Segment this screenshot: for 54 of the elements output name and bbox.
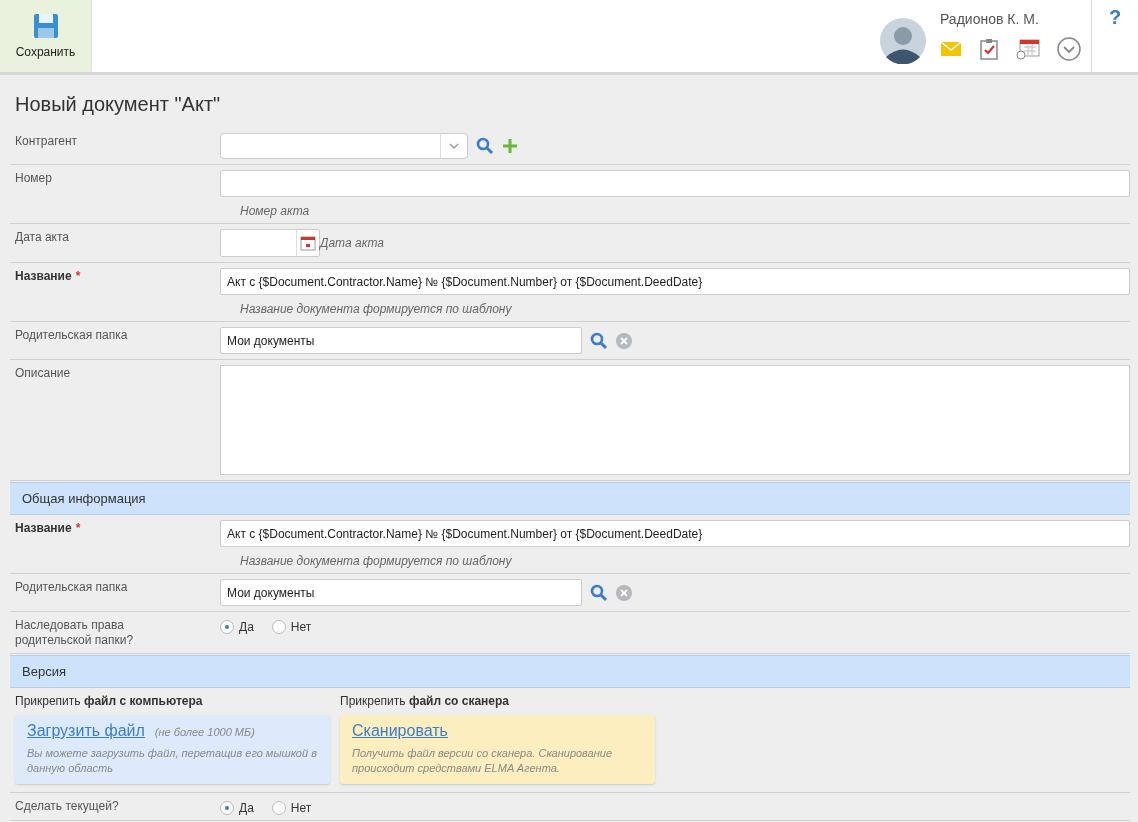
plus-icon[interactable] [502, 138, 518, 154]
search-icon[interactable] [476, 137, 494, 155]
avatar-silhouette[interactable] [880, 18, 926, 64]
user-name[interactable]: Радионов К. М. [940, 11, 1081, 27]
text-field[interactable]: Акт с {$Document.Contractor.Name} № {$Document.Number} от {$Document.DeedDate} [220, 268, 1130, 295]
field-hint: Номер акта [239, 203, 311, 218]
radio-option[interactable]: Да [220, 801, 254, 815]
field-hint: Название документа формируется по шаблону [239, 301, 513, 316]
field-label: Родительская папка [15, 328, 129, 343]
section-header: Версия [10, 655, 1130, 688]
drop-area[interactable]: Загрузить файл (не более 1000 МБ) Вы можете загрузить файл, перетащив его мышкой в данную область [15, 715, 330, 784]
calendar-icon[interactable] [300, 235, 316, 251]
drop-area[interactable]: Сканировать Получить файл версии со сканера. Сканирование происходит средствами ELMA Агента. [340, 715, 655, 784]
field-label: Родительская папка [15, 580, 129, 595]
calendar-clock-icon[interactable] [1016, 38, 1040, 60]
radio-option[interactable]: Нет [271, 801, 312, 815]
field-hint: Дата акта [320, 236, 384, 250]
clear-icon[interactable] [616, 584, 632, 601]
clear-icon[interactable] [616, 332, 632, 349]
required-mark: * [75, 269, 81, 283]
field-hint: Название документа формируется по шаблону [239, 553, 513, 568]
attach-heading: Прикрепить файл с компьютера [15, 694, 204, 708]
field-label: Наследовать права родительской папки? [15, 618, 135, 648]
field-label: Сделать текущей? [15, 799, 120, 814]
clipboard-check-icon[interactable] [979, 38, 999, 60]
field-label: Номер [15, 171, 53, 186]
field-label: Контрагент [15, 134, 79, 149]
dropdown-field[interactable] [220, 133, 468, 159]
folder-field[interactable]: Мои документы [220, 327, 582, 354]
help-link[interactable]: ? [1108, 6, 1122, 30]
field-label: Описание [15, 366, 72, 381]
page-title: Новый документ "Акт" [14, 92, 222, 117]
required-mark: * [75, 521, 81, 535]
folder-field[interactable]: Мои документы [220, 579, 582, 606]
radio-option[interactable]: Да [220, 620, 254, 634]
search-icon[interactable] [590, 331, 608, 350]
upload-link[interactable]: Загрузить файл [27, 722, 145, 740]
text-field[interactable]: Акт с {$Document.Contractor.Name} № {$Document.Number} от {$Document.DeedDate} [220, 520, 1130, 547]
drop-area-description: Получить файл версии со сканера. Сканирование происходит средствами ELMA Агента. [352, 746, 614, 776]
field-label: Название [15, 521, 72, 536]
size-note: (не более 1000 МБ) [154, 726, 255, 738]
text-field[interactable] [220, 170, 1130, 197]
chevron-down-icon[interactable] [1057, 37, 1081, 61]
field-label: Дата акта [15, 230, 70, 245]
upload-link[interactable]: Сканировать [352, 722, 448, 740]
search-icon[interactable] [590, 583, 608, 602]
date-field[interactable] [220, 229, 320, 257]
description-field[interactable] [220, 365, 1130, 475]
section-header: Общая информация [10, 482, 1130, 515]
attach-heading: Прикрепить файл со сканера [340, 694, 510, 708]
field-label: Название [15, 269, 72, 284]
drop-area-description: Вы можете загрузить файл, перетащив его мышкой в данную область [27, 746, 318, 776]
radio-option[interactable]: Нет [271, 620, 312, 634]
save-button[interactable]: Сохранить [0, 0, 92, 72]
